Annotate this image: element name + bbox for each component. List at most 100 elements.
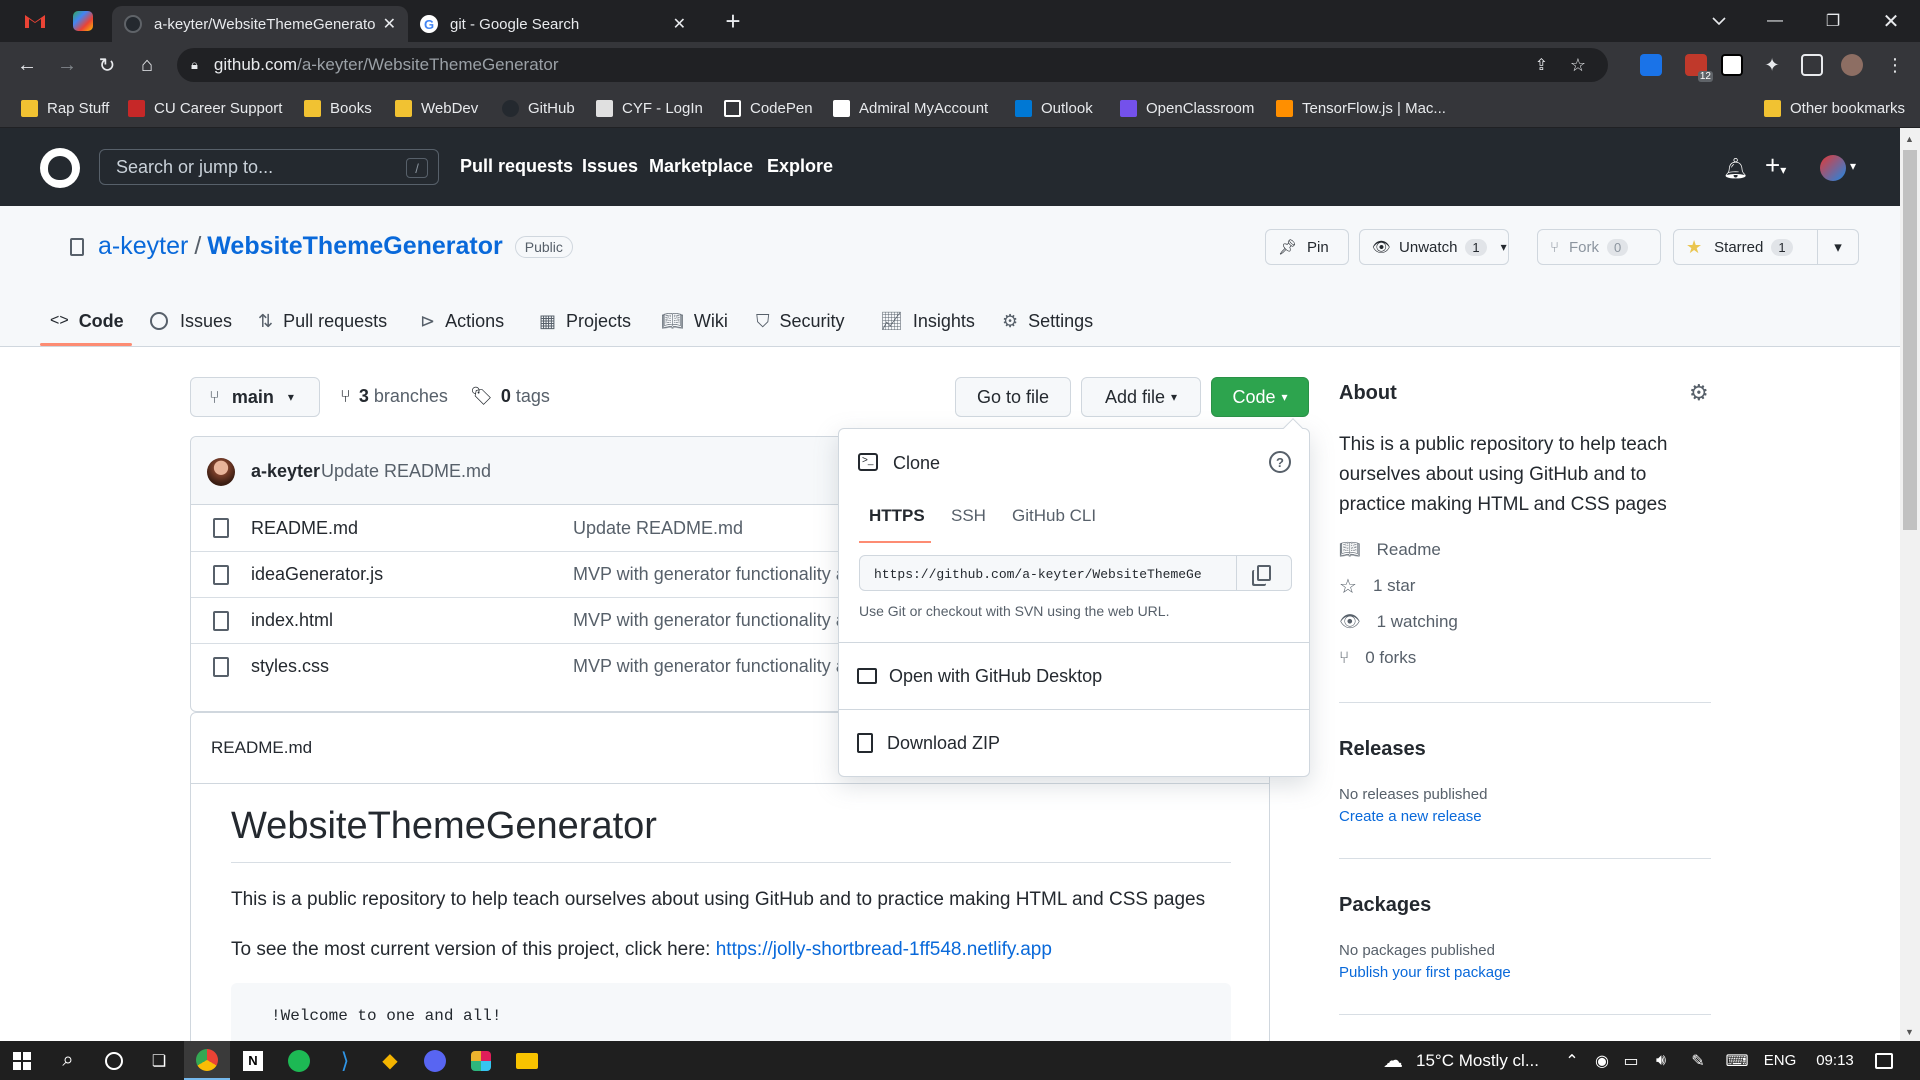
address-bar[interactable]: 🔒︎ github.com/a-keyter/WebsiteThemeGener… [177,48,1608,82]
fork-button[interactable]: ⑂ Fork 0 [1537,229,1661,265]
vscode-icon[interactable]: ⟩ [324,1041,366,1080]
bookmark-github[interactable]: GitHub [502,96,575,120]
close-window-icon[interactable]: ✕ [1868,0,1914,42]
file-name-link[interactable]: index.html [251,610,333,631]
tags-link[interactable]: 🏷︎ 0 tags [470,386,550,407]
cortana-icon[interactable] [94,1041,134,1080]
profile-avatar[interactable] [1841,54,1863,76]
open-github-desktop-item[interactable]: Open with GitHub Desktop [839,643,1309,709]
home-icon[interactable]: ⌂ [132,50,162,80]
clone-url-field[interactable]: https://github.com/a-keyter/WebsiteTheme… [859,555,1237,591]
bookmark-admiral[interactable]: Admiral MyAccount [833,96,988,120]
chrome-taskbar-icon[interactable] [184,1041,230,1080]
user-avatar[interactable] [1820,155,1846,181]
commit-message[interactable]: Update README.md [321,461,491,482]
clone-tab-ssh[interactable]: SSH [951,506,986,526]
star-lists-caret-icon[interactable]: ▾ [1817,229,1859,265]
add-file-button[interactable]: Add file ▾ [1081,377,1201,417]
tray-chevron-icon[interactable]: ⌃ [1560,1041,1584,1080]
bookmark-codepen[interactable]: CodePen [724,96,813,120]
create-release-link[interactable]: Create a new release [1339,808,1482,825]
pen-icon[interactable]: ✎ [1684,1041,1712,1080]
bookmark-star-icon[interactable]: ☆ [1570,55,1586,76]
tab-security[interactable]: ⛉ Security [756,304,845,338]
lock-icon[interactable]: 🔒︎ [191,57,198,73]
display-icon[interactable]: ▭ [1618,1041,1644,1080]
nav-issues[interactable]: Issues [582,156,638,177]
search-icon[interactable]: ⌕ [48,1041,88,1080]
new-tab-icon[interactable]: + [718,6,748,36]
watching-link[interactable]: 👁︎ 1 watching [1339,610,1458,634]
clock[interactable]: 09:13 [1810,1041,1860,1080]
spotify-icon[interactable] [278,1041,320,1080]
nav-marketplace[interactable]: Marketplace [649,156,753,177]
scroll-up-arrow-icon[interactable]: ▲ [1905,134,1914,144]
other-bookmarks[interactable]: Other bookmarks [1764,96,1905,120]
notifications-bell-icon[interactable]: 🔔︎ [1723,156,1748,181]
create-new-plus-icon[interactable]: +▾ [1765,150,1786,181]
notion-taskbar-icon[interactable]: N [232,1041,274,1080]
starred-button[interactable]: ★ Starred 1 [1673,229,1818,265]
notion-icon[interactable] [1721,54,1743,76]
browser-menu-icon[interactable]: ⋮ [1880,50,1910,80]
clone-tab-https[interactable]: HTTPS [869,506,925,526]
forward-icon[interactable]: → [52,50,82,80]
bookmark-cyf-login[interactable]: CYF - LogIn [596,96,703,120]
weather-widget[interactable]: 15°C Mostly cl... [1416,1041,1558,1080]
reading-list-icon[interactable] [1801,54,1823,76]
search-input[interactable]: Search or jump to... / [99,149,439,185]
download-zip-item[interactable]: Download ZIP [839,710,1309,776]
tab-code[interactable]: <> Code [50,304,124,338]
branches-link[interactable]: ⑂ 3 branches [340,386,448,407]
git-client-icon[interactable]: ◆ [369,1041,411,1080]
file-commit-message[interactable]: MVP with generator functionality a [573,610,846,631]
close-tab-icon[interactable]: ✕ [673,14,686,34]
share-icon[interactable]: ⇪ [1535,55,1548,75]
bookmark-outlook[interactable]: Outlook [1015,96,1093,120]
back-icon[interactable]: ← [12,50,42,80]
weather-cloud-icon[interactable]: ☁ [1378,1041,1408,1080]
reload-icon[interactable]: ↻ [92,50,122,80]
avatar-caret-icon[interactable]: ▾ [1850,159,1856,173]
file-name-link[interactable]: README.md [251,518,358,539]
unwatch-caret-icon[interactable]: ▾ [1501,240,1507,254]
tab-wiki[interactable]: 📖︎ Wiki [661,304,728,338]
forks-link[interactable]: ⑂ 0 forks [1339,646,1416,670]
task-view-icon[interactable]: ❏ [139,1041,179,1080]
bookmark-cu-career[interactable]: CU Career Support [128,96,282,120]
repo-owner-link[interactable]: a-keyter [98,232,188,261]
copy-button[interactable] [1236,555,1292,591]
camera-icon[interactable]: ◉ [1590,1041,1614,1080]
repo-name-link[interactable]: WebsiteThemeGenerator [207,232,502,261]
tab-google-search[interactable]: G git - Google Search ✕ [408,6,698,42]
bookmark-books[interactable]: Books [304,96,372,120]
bookmark-openclassroom[interactable]: OpenClassroom [1120,96,1254,120]
photos-pinned-tab[interactable] [68,8,98,34]
tab-search-chevron-icon[interactable] [1696,0,1742,42]
github-logo-icon[interactable] [40,148,80,188]
clone-tab-github-cli[interactable]: GitHub CLI [1012,506,1096,526]
file-name-link[interactable]: styles.css [251,656,329,677]
file-explorer-icon[interactable] [506,1041,548,1080]
file-commit-message[interactable]: MVP with generator functionality a [573,564,846,585]
extension-icon[interactable] [1640,54,1662,76]
branch-selector[interactable]: ⑂ main ▾ [190,377,320,417]
tab-github-repo[interactable]: a-keyter/WebsiteThemeGenerato ✕ [112,6,408,42]
tab-actions[interactable]: ⊳ Actions [420,304,504,338]
nav-pull-requests[interactable]: Pull requests [460,156,573,177]
nav-explore[interactable]: Explore [767,156,833,177]
discord-icon[interactable] [414,1041,456,1080]
avatar[interactable] [207,458,235,486]
input-language[interactable]: ENG [1760,1041,1800,1080]
file-commit-message[interactable]: MVP with generator functionality a [573,656,846,677]
tab-issues[interactable]: Issues [150,304,232,338]
slack-icon[interactable] [460,1041,502,1080]
help-icon[interactable]: ? [1269,451,1291,473]
volume-icon[interactable]: 🔊︎ [1648,1041,1674,1080]
tab-projects[interactable]: ▦ Projects [539,304,631,338]
publish-package-link[interactable]: Publish your first package [1339,964,1511,981]
page-scrollbar[interactable]: ▲ ▼ [1900,128,1920,1041]
extensions-puzzle-icon[interactable]: ✦ [1761,54,1783,76]
go-to-file-button[interactable]: Go to file [955,377,1071,417]
readme-file-label[interactable]: README.md [211,738,312,758]
